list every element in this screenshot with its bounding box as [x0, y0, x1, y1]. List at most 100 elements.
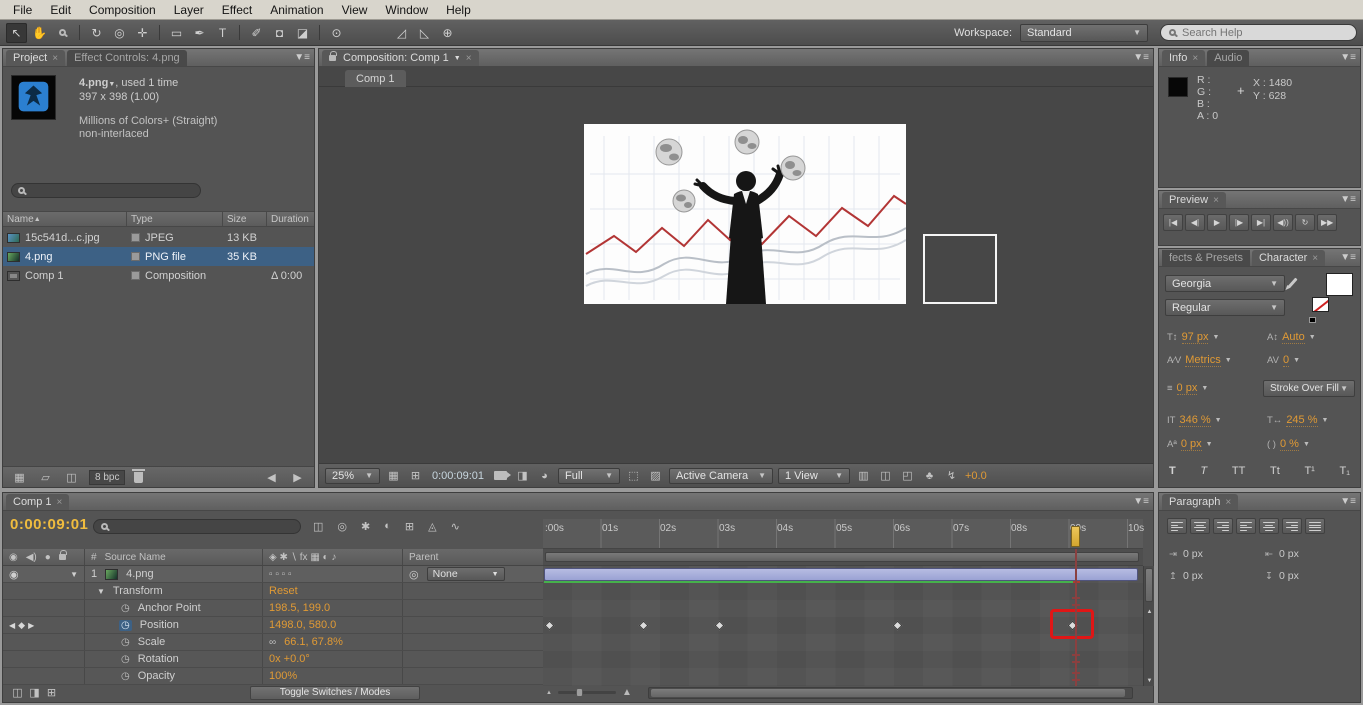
help-search-input[interactable] [1182, 27, 1332, 39]
tab-project[interactable]: Project× [6, 50, 65, 66]
zoom-slider[interactable] [558, 691, 616, 694]
property-name[interactable]: Rotation [138, 653, 179, 665]
chevron-down-icon[interactable]: ▼ [1322, 417, 1329, 424]
chevron-down-icon[interactable]: ▼ [1225, 357, 1232, 364]
justify-last-right-button[interactable] [1282, 518, 1302, 534]
close-icon[interactable]: × [1213, 195, 1219, 206]
indent-left-control[interactable]: ⇥0 px [1169, 548, 1203, 560]
tab-effect-controls[interactable]: Effect Controls: 4.png [67, 50, 187, 66]
expand-render-time-icon[interactable]: ◨ [26, 684, 43, 702]
selection-tool-icon[interactable]: ↖ [6, 23, 27, 43]
timeline-track-area[interactable] [543, 566, 1143, 686]
previous-keyframe-icon[interactable]: ◀ [9, 621, 15, 630]
close-icon[interactable]: × [1225, 497, 1231, 508]
composition-mini-flowchart-icon[interactable]: ◫ [313, 520, 323, 533]
menu-animation[interactable]: Animation [261, 1, 332, 19]
puppet-pin-tool-icon[interactable]: ⊙ [326, 23, 347, 43]
chevron-down-icon[interactable]: ▼ [1303, 441, 1310, 448]
play-button[interactable]: ▶ [1207, 214, 1227, 231]
chevron-down-icon[interactable]: ▼ [1212, 334, 1219, 341]
stroke-color-swatch[interactable] [1312, 297, 1329, 312]
panel-menu-icon[interactable]: ▼≡ [1133, 496, 1149, 507]
tab-paragraph[interactable]: Paragraph× [1162, 494, 1238, 510]
delete-icon[interactable] [134, 472, 143, 483]
project-search-box[interactable] [11, 183, 201, 198]
tab-composition[interactable]: Composition: Comp 1 ▼ × [322, 50, 479, 66]
zoom-out-icon[interactable]: ▲ [546, 690, 552, 696]
current-time-display[interactable]: 0:00:09:01 [10, 516, 88, 533]
vertical-scale-control[interactable]: IT 346 %▼ [1167, 414, 1222, 427]
menu-edit[interactable]: Edit [41, 1, 80, 19]
exposure-value[interactable]: +0.0 [965, 470, 987, 482]
horizontal-scale-control[interactable]: T↔ 245 %▼ [1267, 414, 1328, 427]
grid-guides-icon[interactable]: ⊞ [407, 467, 424, 485]
audio-column-icon[interactable]: ◀) [26, 552, 37, 563]
baseline-shift-control[interactable]: Aª 0 px▼ [1167, 438, 1213, 451]
timeline-search-box[interactable] [93, 519, 301, 534]
view-layout-dropdown[interactable]: 1 View▼ [778, 468, 850, 484]
new-folder-icon[interactable]: ▱ [37, 468, 54, 486]
pixel-aspect-correction-icon[interactable]: ◰ [899, 467, 916, 485]
close-icon[interactable]: × [1312, 253, 1318, 264]
axis-mode-view-icon[interactable]: ⊕ [437, 23, 458, 43]
current-time-indicator-handle[interactable] [1071, 526, 1080, 547]
stroke-width-control[interactable]: ≡ 0 px▼ [1167, 382, 1208, 395]
property-value[interactable]: 66.1, 67.8% [284, 636, 343, 648]
last-frame-button[interactable]: ▶| [1251, 214, 1271, 231]
hand-tool-icon[interactable]: ✋ [29, 23, 50, 43]
expander-icon[interactable]: ▼ [70, 570, 78, 579]
space-after-control[interactable]: ↧0 px [1265, 570, 1299, 582]
label-color-swatch[interactable] [131, 252, 140, 261]
eraser-tool-icon[interactable]: ◪ [292, 23, 313, 43]
property-name[interactable]: Opacity [138, 670, 175, 682]
property-value[interactable]: 1498.0, 580.0 [269, 619, 336, 631]
align-center-button[interactable] [1190, 518, 1210, 534]
default-colors-icon[interactable] [1309, 317, 1316, 323]
tracking-control[interactable]: AV 0▼ [1267, 354, 1300, 367]
interpret-footage-icon[interactable]: ▦ [11, 468, 28, 486]
menu-file[interactable]: File [4, 1, 41, 19]
font-style-dropdown[interactable]: Regular▼ [1165, 299, 1285, 316]
menu-help[interactable]: Help [437, 1, 480, 19]
workspace-dropdown[interactable]: Standard▼ [1020, 24, 1148, 42]
scroll-up-icon[interactable]: ▲ [1144, 606, 1155, 617]
menu-view[interactable]: View [333, 1, 377, 19]
snapshot-icon[interactable] [492, 467, 509, 485]
help-search-box[interactable] [1160, 24, 1357, 41]
stopwatch-icon[interactable]: ◷ [121, 654, 130, 665]
tsume-control[interactable]: ( ) 0 %▼ [1267, 438, 1310, 451]
kerning-control[interactable]: A∕V Metrics▼ [1167, 354, 1232, 367]
axis-mode-world-icon[interactable]: ◺ [414, 23, 435, 43]
rotation-tool-icon[interactable]: ↻ [86, 23, 107, 43]
faux-bold-button[interactable]: T [1169, 465, 1176, 477]
tab-character[interactable]: Character× [1252, 250, 1325, 266]
scrollbar-thumb[interactable] [1145, 568, 1153, 602]
switches-header-icons[interactable]: ◈ ✱ ∖ fx ▦ ◐ ♪ [269, 552, 336, 563]
font-size-control[interactable]: T↕ 97 px▼ [1167, 331, 1219, 344]
panel-menu-icon[interactable]: ▼≡ [294, 52, 310, 63]
project-search-input[interactable] [31, 185, 171, 197]
lock-column-icon[interactable] [59, 554, 66, 560]
scrollbar-thumb[interactable] [651, 689, 1125, 697]
small-caps-button[interactable]: Tt [1270, 465, 1280, 477]
stopwatch-icon[interactable]: ◷ [119, 620, 132, 631]
transparency-grid-icon[interactable]: ▨ [647, 467, 664, 485]
loop-button[interactable]: ↻ [1295, 214, 1315, 231]
close-icon[interactable]: × [57, 497, 63, 508]
property-name[interactable]: Scale [138, 636, 166, 648]
camera-tool-icon[interactable]: ◎ [109, 23, 130, 43]
tab-info[interactable]: Info× [1162, 50, 1205, 66]
property-row-rotation[interactable]: ◷Rotation 0x +0.0° [3, 651, 543, 668]
indent-right-control[interactable]: ⇤0 px [1265, 548, 1299, 560]
next-frame-button[interactable]: |▶ [1229, 214, 1249, 231]
expand-in-out-icon[interactable]: ◫ [9, 684, 26, 702]
viewer-tab-comp1[interactable]: Comp 1 [345, 70, 406, 87]
scroll-left-icon[interactable]: ◀ [263, 468, 280, 486]
keyframe-diamond[interactable] [545, 621, 555, 631]
new-composition-icon[interactable]: ◫ [63, 468, 80, 486]
scroll-right-icon[interactable]: ▶ [289, 468, 306, 486]
brush-tool-icon[interactable]: ✐ [246, 23, 267, 43]
label-color-swatch[interactable] [131, 233, 140, 242]
stopwatch-icon[interactable]: ◷ [121, 671, 130, 682]
column-duration[interactable]: Duration [267, 212, 314, 226]
